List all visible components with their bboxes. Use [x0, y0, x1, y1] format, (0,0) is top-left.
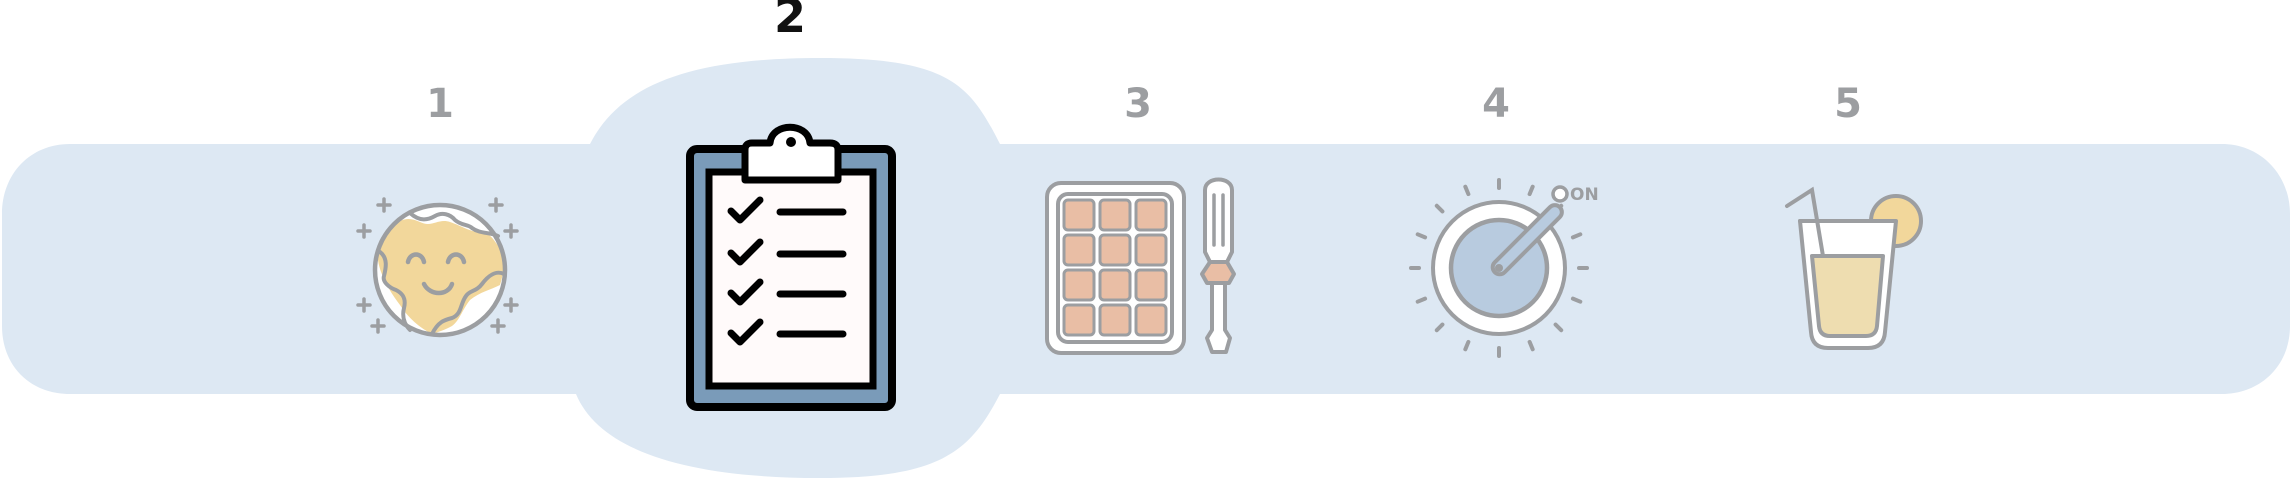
step-2-number: 2: [774, 0, 806, 43]
step-3-number: 3: [1124, 81, 1152, 127]
dial-tick: [1527, 339, 1535, 352]
board-cell: [1098, 303, 1132, 337]
board-cell: [1062, 303, 1096, 337]
step-5-number: 5: [1834, 81, 1862, 127]
board-cell: [1134, 268, 1168, 302]
board-cell: [1134, 198, 1168, 232]
clipboard-checklist-icon: [686, 123, 896, 411]
board-cell: [1098, 233, 1132, 267]
dial-tick: [1415, 296, 1428, 304]
step-1-number: 1: [426, 81, 454, 127]
board-cell: [1062, 198, 1096, 232]
board-cell: [1062, 268, 1096, 302]
dial-tick: [1570, 232, 1583, 240]
dial-tick: [1527, 184, 1535, 197]
board-cell: [1062, 233, 1096, 267]
dial-tick: [1570, 296, 1583, 304]
board-cell: [1098, 198, 1132, 232]
dial-tick: [1463, 184, 1471, 197]
stepper-scene: 1 2 3 4 ON 5: [2, 0, 2290, 478]
step-4-number: 4: [1482, 81, 1510, 127]
dial-tick: [1415, 232, 1428, 240]
board-cell: [1098, 268, 1132, 302]
dial-on-label: ON: [1570, 185, 1599, 205]
dial-tick: [1463, 339, 1471, 352]
board-cell: [1134, 303, 1168, 337]
board-cell: [1134, 233, 1168, 267]
